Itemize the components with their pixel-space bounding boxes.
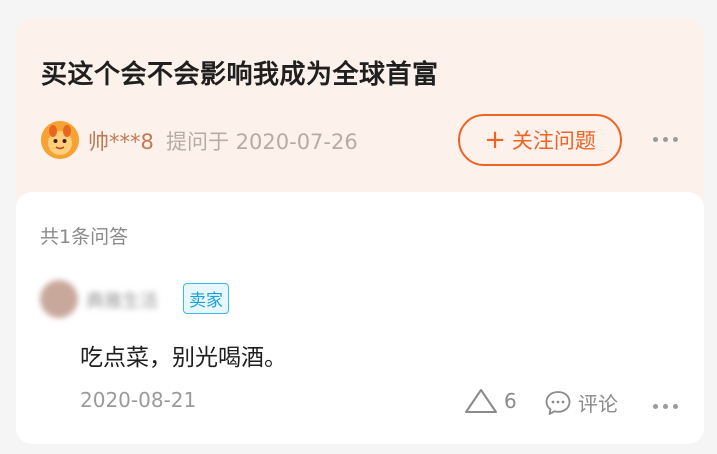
question-more-icon[interactable]	[653, 137, 678, 142]
question-card: 买这个会不会影响我成为全球首富 帅***8 提问于 2020-07-26 + 关…	[16, 18, 704, 218]
answerer-avatar[interactable]	[40, 280, 78, 318]
answer-date: 2020-08-21	[80, 388, 197, 412]
asker-avatar[interactable]	[41, 121, 79, 159]
asker-name[interactable]: 帅***8	[88, 126, 154, 156]
asked-on-date: 提问于 2020-07-26	[166, 130, 358, 154]
follow-question-label: 关注问题	[511, 129, 596, 153]
answer-card: 共1条问答 典雅生活 卖家 吃点菜，别光喝酒。 2020-08-21 6 评论	[16, 192, 704, 444]
answer-text: 吃点菜，别光喝酒。	[80, 345, 287, 371]
follow-question-button[interactable]: + 关注问题	[458, 114, 622, 166]
like-count: 6	[504, 389, 517, 413]
plus-icon: +	[484, 125, 506, 155]
like-button[interactable]: 6	[464, 388, 517, 414]
seller-badge: 卖家	[183, 283, 229, 314]
answerer-name[interactable]: 典雅生活	[86, 287, 158, 313]
mascot-avatar-icon	[41, 121, 79, 159]
comment-bubble-icon	[545, 390, 571, 415]
answer-more-icon[interactable]	[653, 404, 678, 409]
answer-count: 共1条问答	[40, 226, 129, 248]
like-triangle-icon	[465, 389, 497, 413]
question-title: 买这个会不会影响我成为全球首富	[41, 60, 439, 90]
comment-button[interactable]: 评论	[544, 388, 618, 417]
comment-label: 评论	[578, 392, 618, 416]
